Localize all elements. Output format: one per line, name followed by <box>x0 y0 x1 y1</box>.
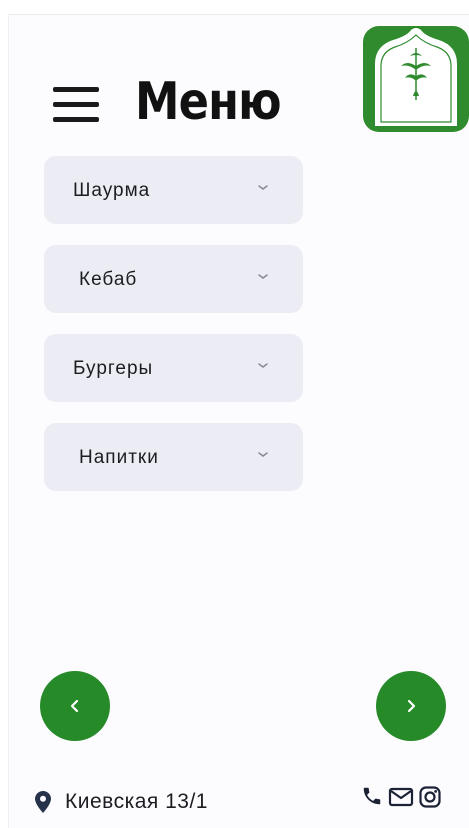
instagram-icon[interactable] <box>418 785 442 809</box>
phone-icon[interactable] <box>361 785 383 807</box>
menu-item-label: Напитки <box>79 447 159 468</box>
contact-icons <box>361 785 451 815</box>
map-pin-icon <box>35 791 51 813</box>
oasis-logo[interactable] <box>363 26 469 132</box>
chevron-left-icon <box>70 699 79 713</box>
mail-icon[interactable] <box>388 786 414 808</box>
menu-item-label: Шаурма <box>73 180 151 201</box>
chevron-down-icon <box>258 452 268 457</box>
hamburger-icon[interactable] <box>53 85 99 125</box>
menu-item-label: Кебаб <box>79 269 138 290</box>
menu-category-list: Шаурма Кебаб Бургеры Напитки <box>44 156 303 512</box>
menu-item-burgers[interactable]: Бургеры <box>44 334 303 402</box>
menu-item-label: Бургеры <box>73 358 154 379</box>
next-button[interactable] <box>376 671 446 741</box>
address-text[interactable]: Киевская 13/1 <box>65 790 208 814</box>
hamburger-line <box>53 117 99 122</box>
hamburger-line <box>53 102 99 107</box>
menu-item-kebab[interactable]: Кебаб <box>44 245 303 313</box>
chevron-right-icon <box>407 699 416 713</box>
menu-item-shawarma[interactable]: Шаурма <box>44 156 303 224</box>
chevron-down-icon <box>258 274 268 279</box>
app-screen: Меню Шаурма Кебаб Бургеры Напитки Киевск… <box>8 14 469 828</box>
previous-button[interactable] <box>40 671 110 741</box>
chevron-down-icon <box>258 363 268 368</box>
hamburger-line <box>53 87 99 92</box>
footer: Киевская 13/1 <box>9 781 469 821</box>
menu-item-drinks[interactable]: Напитки <box>44 423 303 491</box>
page-title: Меню <box>135 72 282 132</box>
chevron-down-icon <box>258 185 268 190</box>
